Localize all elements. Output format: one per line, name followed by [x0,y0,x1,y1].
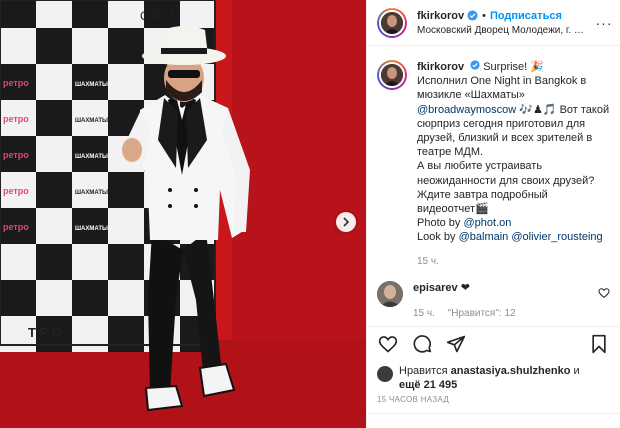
caption: fkirkorov Surprise! 🎉 Исполнил One Night… [377,60,610,269]
likes-count[interactable]: ещё 21 495 [399,379,457,391]
board-label: ретро [3,78,29,88]
likes-prefix: Нравится [399,365,451,377]
commenter-avatar[interactable] [377,280,403,307]
comment-text: ❤ [457,281,470,294]
photo-image: ретро ШАХМАТЫ ретро ШАХМАТЫ ретро ШАХМАТЫ ретр… [0,0,366,428]
likes-summary: Нравится anastasiya.shulzhenko и ещё 21 … [377,364,610,392]
board-label: ШАХМАТЫ [75,82,108,88]
caption-line: мюзикле «Шахматы» [417,89,525,102]
board-label: ШАХМАТЫ [75,154,108,160]
chevron-right-icon [343,217,350,227]
bookmark-icon[interactable] [588,333,610,355]
comment-heart-icon[interactable] [598,287,610,299]
divider [367,413,620,414]
board-label: ШАХМАТЫ [75,190,108,196]
more-options-icon[interactable]: ··· [596,15,612,31]
backdrop-top-text: O F M [140,9,173,23]
caption-username[interactable]: fkirkorov [417,61,464,73]
heart-icon[interactable] [377,333,399,355]
post-location[interactable]: Московский Дворец Молодежи, г. Москва, .… [417,25,592,36]
author-avatar-image [379,9,405,36]
commenter-username[interactable]: episarev [413,282,458,294]
author-avatar[interactable] [377,7,407,38]
separator-dot: • [482,9,486,22]
caption-line: А вы любите устраивать [417,160,543,173]
share-icon[interactable] [445,333,467,355]
verified-badge-icon [467,10,478,21]
comment-item: episarev ❤ 15 ч. "Нравится": 12 [377,280,610,319]
board-label: ШАХМАТЫ [75,118,108,124]
liker-avatar[interactable] [377,366,393,382]
caption-line: неожиданности для своих друзей? [417,174,595,187]
mention-balmain[interactable]: @balmain [459,231,509,243]
board-label: ШАХМАТЫ [75,226,108,232]
comment-icon[interactable] [411,333,433,355]
board-label: ретро [3,150,29,160]
liker-username[interactable]: anastasiya.shulzhenko [451,365,571,377]
photo-by-label: Photo by [417,217,464,230]
follow-button[interactable]: Подписаться [490,10,562,22]
backdrop-bottom-text: Т Р О [28,325,62,340]
mention-olivier-rousteing[interactable]: @olivier_rousteing [511,231,602,243]
caption-line: Ждите завтра подробный [417,188,548,201]
post-header: fkirkorov • Подписаться Московский Дворе… [367,0,620,46]
caption-line: видеоотчет🎬 [417,203,489,216]
verified-badge-icon [470,60,480,70]
caption-line: театре МДМ. [417,146,484,159]
next-photo-button[interactable] [336,212,356,232]
board-label: ретро [3,186,29,196]
post-side-panel: fkirkorov • Подписаться Московский Дворе… [366,0,620,428]
post-timestamp[interactable]: 15 ЧАСОВ НАЗАД [377,395,449,404]
likes-middle: и [570,365,580,377]
caption-time[interactable]: 15 ч. [417,255,610,269]
caption-text: fkirkorov Surprise! 🎉 Исполнил One Night… [417,60,610,269]
caption-avatar[interactable] [377,60,407,90]
author-username[interactable]: fkirkorov [417,10,464,22]
comments-section: fkirkorov Surprise! 🎉 Исполнил One Night… [367,54,620,324]
caption-line: Исполнил One Night in Bangkok в [417,75,587,88]
mention-broadwaymoscow[interactable]: @broadwaymoscow [417,104,516,116]
comment-time[interactable]: 15 ч. [413,308,435,319]
caption-line: друзей, близкий и всех зрителей в [417,132,593,145]
board-label: ретро [3,114,29,124]
post-photo[interactable]: ретро ШАХМАТЫ ретро ШАХМАТЫ ретро ШАХМАТЫ ретр… [0,0,366,428]
caption-line: сюрприз сегодня приготовил для [417,117,586,130]
caption-line: Surprise! 🎉 [483,61,544,73]
caption-line: 🎶♟🎵 Вот такой [516,103,610,116]
mention-photon[interactable]: @phot.on [463,217,511,229]
board-label: ретро [3,222,29,232]
look-by-label: Look by [417,231,459,244]
comment-likes[interactable]: "Нравится": 12 [448,308,516,319]
action-bar [367,326,620,360]
